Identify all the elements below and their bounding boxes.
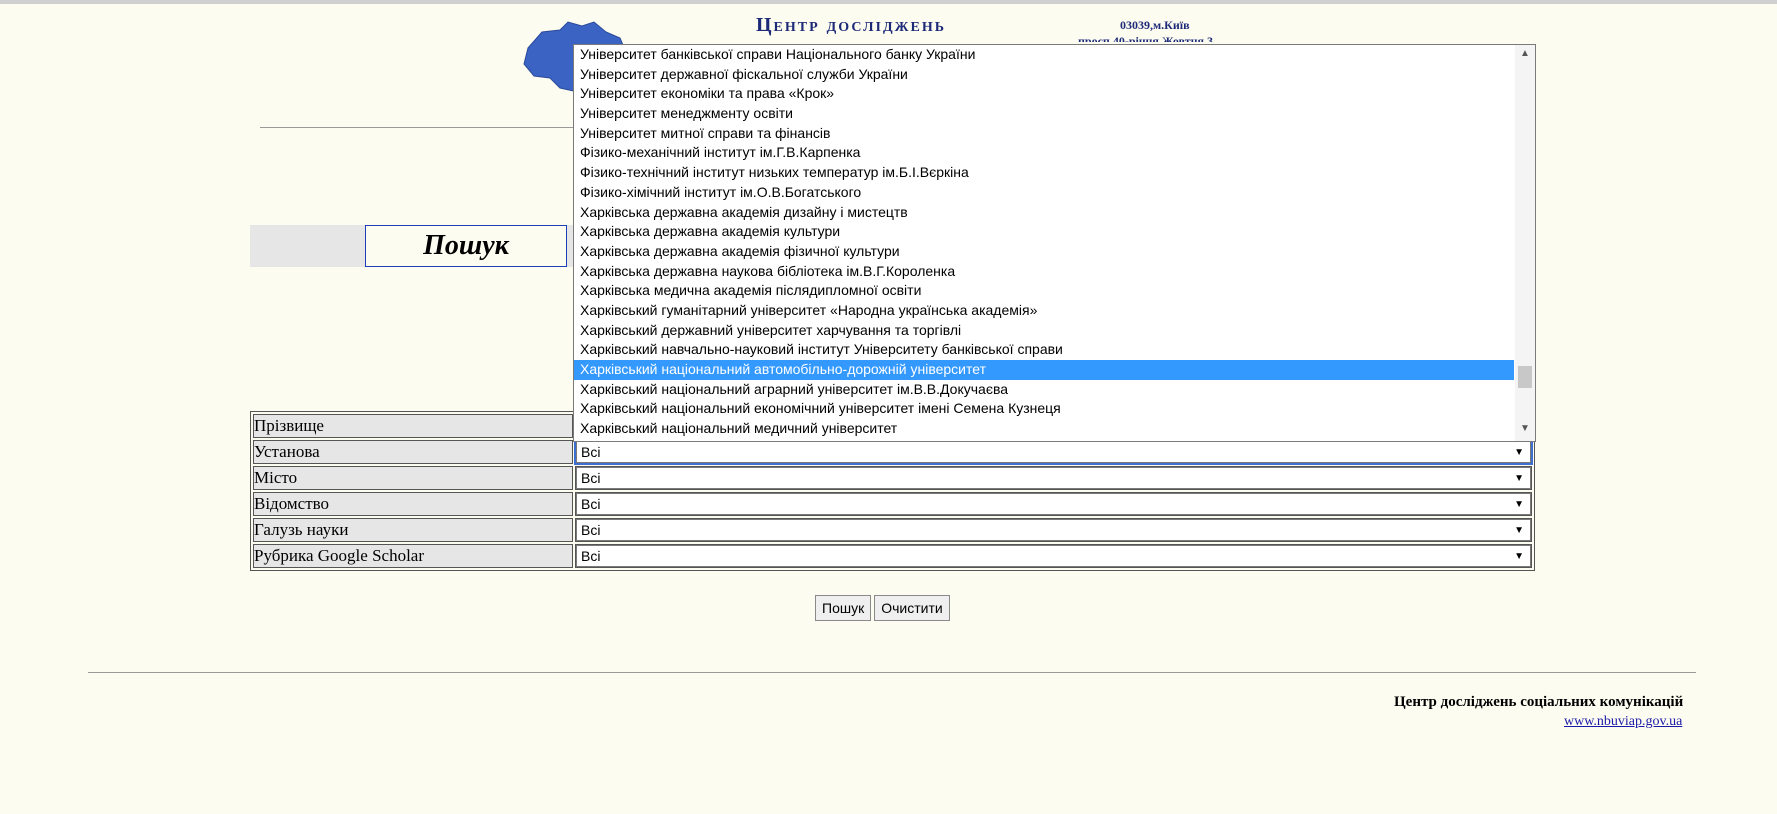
city-label: Місто <box>253 466 573 490</box>
science-field-label: Галузь науки <box>253 518 573 542</box>
dropdown-scrollbar[interactable]: ▲ ▼ <box>1515 45 1535 441</box>
scholar-rubric-select[interactable]: Всі ▼ <box>576 545 1531 567</box>
footer-divider <box>88 672 1696 673</box>
department-label: Відомство <box>253 492 573 516</box>
dropdown-option[interactable]: Університет менеджменту освіти <box>574 104 1514 124</box>
city-select-value: Всі <box>581 470 601 486</box>
dropdown-option[interactable]: Харківський національний економічний уні… <box>574 399 1514 419</box>
dropdown-option[interactable]: Харківська державна академія дизайну і м… <box>574 203 1514 223</box>
dropdown-option[interactable]: Харківська державна наукова бібліотека і… <box>574 262 1514 282</box>
dropdown-option[interactable]: Фізико-механічний інститут ім.Г.В.Карпен… <box>574 143 1514 163</box>
chevron-down-icon: ▼ <box>1514 524 1524 536</box>
form-row-institution: Установа Всі ▼ <box>253 439 1533 465</box>
header-address-street: просп.40-річчя Жовтня,3 <box>1078 34 1214 42</box>
dropdown-option[interactable]: Фізико-технічний інститут низьких темпер… <box>574 163 1514 183</box>
city-select[interactable]: Всі ▼ <box>576 467 1531 489</box>
institution-dropdown-list[interactable]: Університет банківської справи Національ… <box>573 44 1536 442</box>
footer-link[interactable]: www.nbuviap.gov.ua <box>1564 714 1682 730</box>
search-heading: Пошук <box>365 225 567 267</box>
dropdown-option[interactable]: Харківський національний медичний універ… <box>574 419 1514 439</box>
institution-label: Установа <box>253 440 573 464</box>
form-row-city: Місто Всі ▼ <box>253 466 1532 490</box>
dropdown-option[interactable]: Харківський національний автомобільно-до… <box>574 360 1514 380</box>
science-field-select-value: Всі <box>581 522 601 538</box>
footer-org-name: Центр досліджень соціальних комунікацій <box>1394 694 1684 710</box>
chevron-down-icon: ▼ <box>1514 446 1524 458</box>
science-field-select[interactable]: Всі ▼ <box>576 519 1531 541</box>
dropdown-option[interactable]: Фізико-хімічний інститут ім.О.В.Богатськ… <box>574 183 1514 203</box>
dropdown-option[interactable]: Харківський гуманітарний університет «На… <box>574 301 1514 321</box>
dropdown-option[interactable]: Харківський навчально-науковий інститут … <box>574 340 1514 360</box>
form-row-scholar-rubric: Рубрика Google Scholar Всі ▼ <box>253 544 1532 568</box>
dropdown-option[interactable]: Харківський національний аграрний універ… <box>574 380 1514 400</box>
dropdown-option[interactable]: Університет економіки та права «Крок» <box>574 84 1514 104</box>
chevron-down-icon: ▼ <box>1514 498 1524 510</box>
institution-select-value: Всі <box>581 444 601 460</box>
scroll-up-icon[interactable]: ▲ <box>1520 48 1530 59</box>
chevron-down-icon: ▼ <box>1514 472 1524 484</box>
dropdown-option[interactable]: Харківська державна академія культури <box>574 222 1514 242</box>
scholar-rubric-label: Рубрика Google Scholar <box>253 544 573 568</box>
header-address: 03039,м.Київ <box>1120 18 1190 32</box>
dropdown-option[interactable]: Харківський державний університет харчув… <box>574 321 1514 341</box>
scrollbar-thumb[interactable] <box>1518 366 1532 388</box>
surname-label: Прізвище <box>253 414 573 438</box>
clear-button[interactable]: Очистити <box>874 595 950 621</box>
department-select-value: Всі <box>581 496 601 512</box>
search-button[interactable]: Пошук <box>815 595 872 621</box>
dropdown-option[interactable]: Університет банківської справи Національ… <box>574 45 1514 65</box>
department-select[interactable]: Всі ▼ <box>576 493 1531 515</box>
dropdown-option[interactable]: Університет митної справи та фінансів <box>574 124 1514 144</box>
header-title: Центр досліджень <box>756 14 946 36</box>
chevron-down-icon: ▼ <box>1514 550 1524 562</box>
dropdown-options: Університет банківської справи Національ… <box>574 45 1514 439</box>
scholar-rubric-select-value: Всі <box>581 548 601 564</box>
form-row-science-field: Галузь науки Всі ▼ <box>253 518 1532 542</box>
form-row-department: Відомство Всі ▼ <box>253 492 1532 516</box>
top-border <box>0 0 1777 4</box>
scroll-down-icon[interactable]: ▼ <box>1520 423 1530 434</box>
dropdown-option[interactable]: Харківська державна академія фізичної ку… <box>574 242 1514 262</box>
dropdown-option[interactable]: Університет державної фіскальної служби … <box>574 65 1514 85</box>
dropdown-option[interactable]: Харківська медична академія післядипломн… <box>574 281 1514 301</box>
form-buttons: Пошук Очистити <box>815 595 950 621</box>
institution-select[interactable]: Всі ▼ <box>574 439 1533 465</box>
